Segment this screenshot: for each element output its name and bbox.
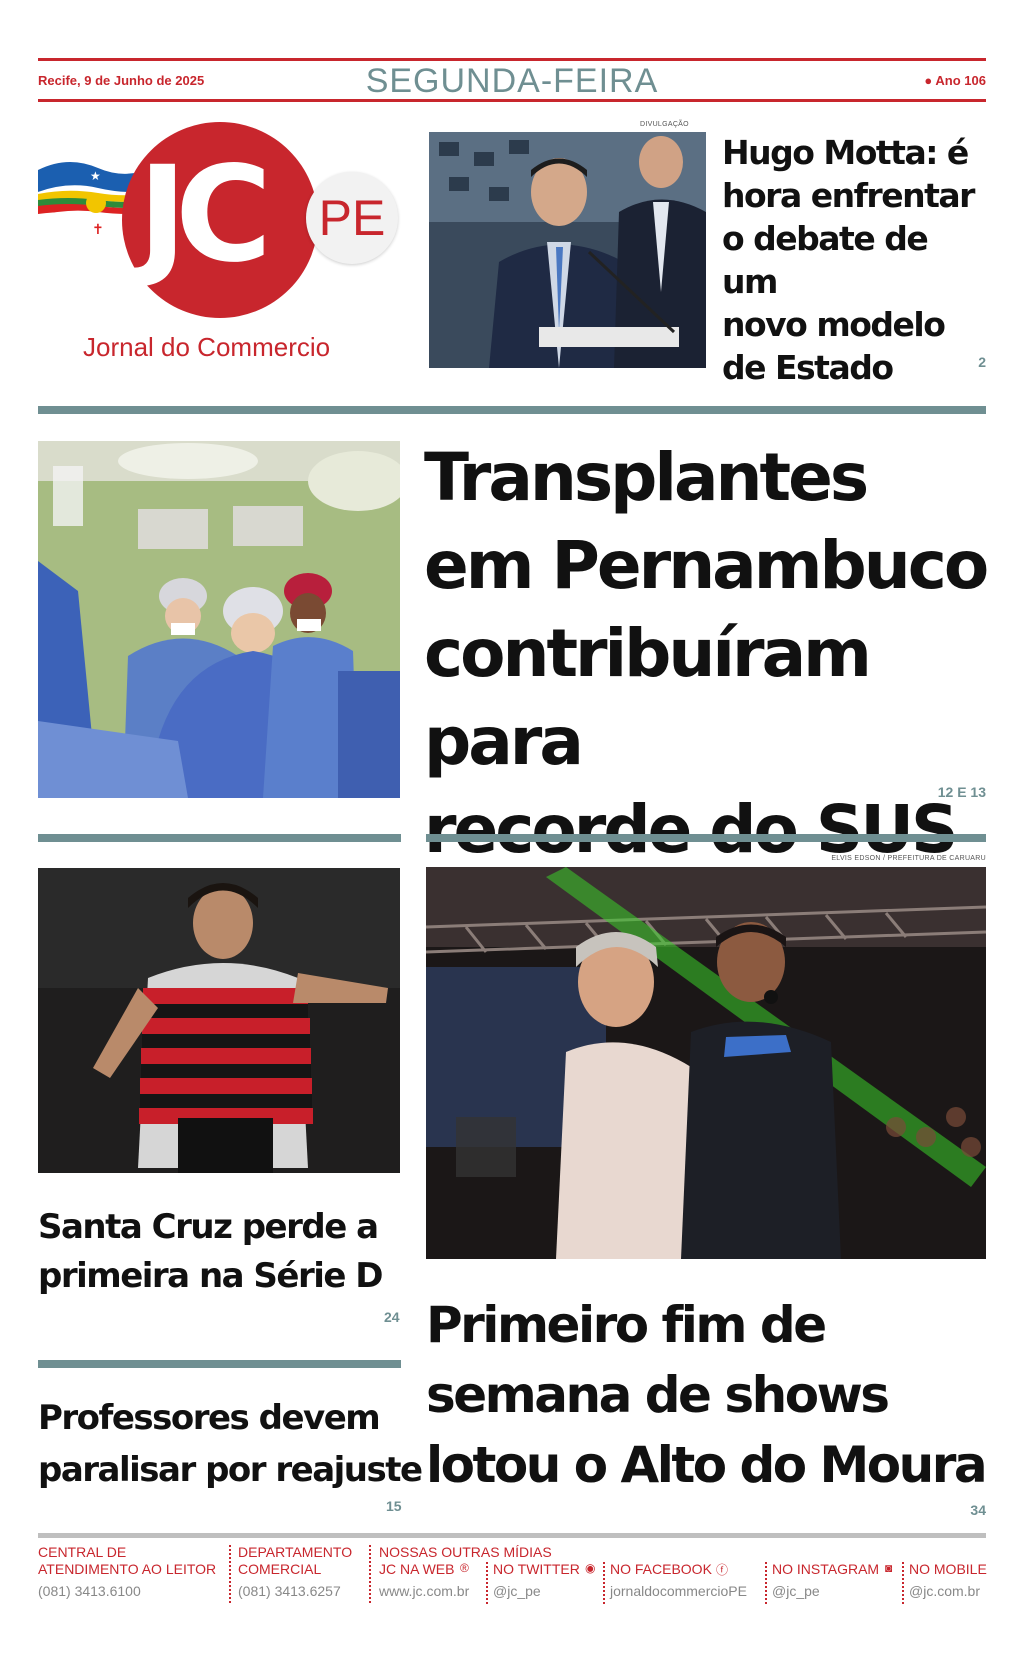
footer-central: CENTRAL DE ATENDIMENTO AO LEITOR (081) 3…: [38, 1544, 228, 1599]
headline-line: em Pernambuco: [424, 527, 989, 604]
facebook-icon: ⓕ: [716, 1563, 729, 1577]
hugo-headline[interactable]: Hugo Motta: é hora enfrentar o debate de…: [722, 131, 992, 389]
page-reference: 34: [970, 1502, 986, 1518]
headline-line: Professores devem: [38, 1398, 381, 1438]
headline-line: primeira na Série D: [38, 1256, 384, 1296]
footer-label: DEPARTAMENTO: [238, 1544, 353, 1560]
footer-instagram: NO INSTAGRAM @jc_pe: [772, 1561, 879, 1599]
logo-name: Jornal do Commercio: [83, 332, 331, 362]
footer-label: JC NA WEB: [379, 1561, 455, 1577]
santa-cruz-headline[interactable]: Santa Cruz perde a primeira na Série D: [38, 1203, 418, 1301]
headline-line: contribuíram para: [424, 615, 872, 780]
headline-line: lotou o Alto do Moura: [426, 1436, 988, 1494]
footer-separator: [603, 1562, 605, 1604]
surgery-photo-illustration: [38, 441, 400, 798]
concert-photo-illustration: [426, 867, 986, 1259]
footer-label: NO INSTAGRAM: [772, 1561, 880, 1577]
weekday: SEGUNDA-FEIRA: [365, 62, 659, 100]
headline-line: Hugo Motta: é: [722, 133, 969, 172]
footer-twitter: NO TWITTER @jc_pe: [493, 1561, 580, 1599]
page-reference: 15: [386, 1498, 402, 1514]
footer-separator: [369, 1545, 371, 1603]
web-link[interactable]: www.jc.com.br: [379, 1583, 469, 1599]
section-divider: [38, 406, 986, 414]
twitter-link[interactable]: @jc_pe: [493, 1583, 580, 1599]
pe-badge: PE: [306, 172, 398, 264]
instagram-link[interactable]: @jc_pe: [772, 1583, 879, 1599]
headline-line: novo modelo: [722, 305, 946, 344]
footer-rule: [38, 1533, 986, 1538]
instagram-icon: ◙: [885, 1561, 893, 1575]
headline-line: semana de shows: [426, 1366, 890, 1424]
headline-line: paralisar por reajuste: [38, 1450, 423, 1490]
comercial-phone[interactable]: (081) 3413.6257: [238, 1583, 368, 1599]
footer-label: COMERCIAL: [238, 1561, 322, 1577]
page-reference: 12 E 13: [937, 784, 986, 800]
footer-comercial: DEPARTAMENTO COMERCIAL (081) 3413.6257: [238, 1544, 368, 1599]
section-divider: [426, 834, 986, 842]
headline-line: Transplantes: [424, 439, 869, 516]
footer-label: CENTRAL DE: [38, 1544, 127, 1560]
headline-line: Santa Cruz perde a: [38, 1207, 379, 1247]
footer-label: ATENDIMENTO AO LEITOR: [38, 1561, 217, 1577]
footer-label: NO TWITTER: [493, 1561, 580, 1577]
svg-text:✝: ✝: [92, 222, 104, 238]
footer-web: JC NA WEB www.jc.com.br: [379, 1561, 469, 1599]
masthead-rule: [38, 99, 986, 102]
facebook-link[interactable]: jornaldocommercioPE: [610, 1583, 747, 1599]
footer-label: NO MOBILE: [909, 1561, 987, 1577]
hugo-motta-photo[interactable]: [429, 132, 706, 368]
issue-date: Recife, 9 de Junho de 2025: [38, 73, 205, 88]
bullet-icon: ●: [924, 73, 933, 88]
section-divider: [38, 1360, 401, 1368]
footer-separator: [486, 1562, 488, 1604]
headline-line: hora enfrentar: [722, 176, 975, 215]
footer-label: NOSSAS OUTRAS MÍDIAS: [379, 1544, 552, 1560]
logo-letters: JC: [138, 138, 272, 292]
hugo-photo-illustration: [429, 132, 706, 368]
page-reference: 24: [384, 1309, 400, 1325]
surgery-photo[interactable]: [38, 441, 400, 798]
headline-line: o debate de um: [722, 219, 929, 301]
central-phone[interactable]: (081) 3413.6100: [38, 1583, 228, 1599]
edition-number: ● Ano 106: [924, 73, 986, 88]
headline-line: Primeiro fim de: [426, 1296, 827, 1354]
edition-label: Ano 106: [935, 73, 986, 88]
headline-line: de Estado: [722, 348, 894, 387]
svg-text:★: ★: [90, 169, 101, 183]
footer-outras: NOSSAS OUTRAS MÍDIAS: [379, 1544, 989, 1561]
top-rule: [38, 58, 986, 61]
page-reference: 2: [978, 354, 986, 370]
footer-mobile: NO MOBILE @jc.com.br: [909, 1561, 987, 1599]
photo-credit: DIVULGAÇÃO: [640, 121, 689, 128]
web-icon: ®: [460, 1561, 469, 1575]
section-divider: [38, 834, 401, 842]
alto-do-moura-photo[interactable]: [426, 867, 986, 1259]
footer-separator: [229, 1545, 231, 1603]
mobile-link[interactable]: @jc.com.br: [909, 1583, 987, 1599]
professores-headline[interactable]: Professores devem paralisar por reajuste: [38, 1392, 428, 1496]
pe-badge-text: PE: [318, 190, 386, 246]
alto-do-moura-headline[interactable]: Primeiro fim de semana de shows lotou o …: [426, 1290, 1006, 1500]
santa-cruz-photo-illustration: [38, 868, 400, 1173]
footer-separator: [902, 1562, 904, 1604]
photo-credit: ELVIS EDSON / PREFEITURA DE CARUARU: [831, 855, 986, 862]
twitter-icon: ◉: [585, 1561, 596, 1575]
jc-logo[interactable]: ★ ✝ JC PE Jornal do Commercio: [38, 120, 418, 380]
footer-separator: [765, 1562, 767, 1604]
santa-cruz-photo[interactable]: [38, 868, 400, 1173]
transplantes-headline[interactable]: Transplantes em Pernambuco contribuíram …: [424, 434, 1004, 874]
